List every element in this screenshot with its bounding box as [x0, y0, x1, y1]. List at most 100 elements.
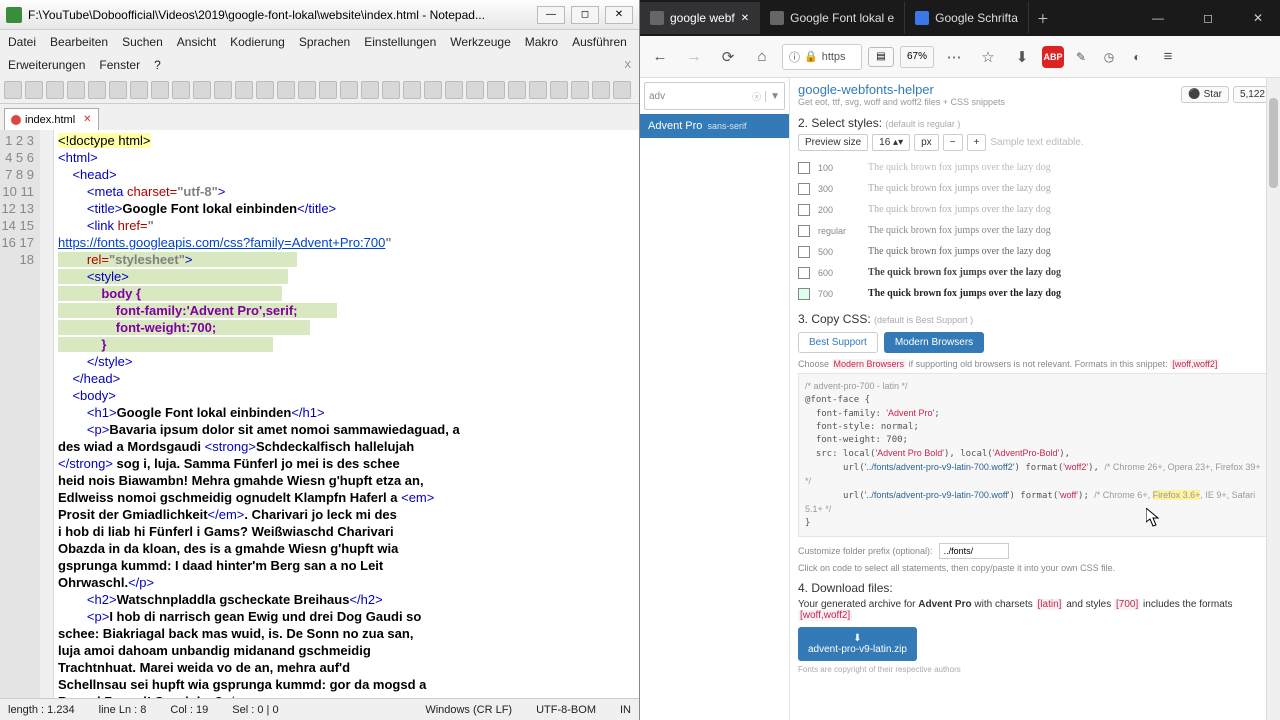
css-code-box[interactable]: /* advent-pro-700 - latin */ @font-face … — [798, 373, 1272, 537]
tab-modern-browsers[interactable]: Modern Browsers — [884, 332, 984, 353]
tb-icon[interactable] — [4, 81, 22, 99]
filter-icon[interactable]: ▼ — [765, 91, 780, 102]
checkbox[interactable] — [798, 246, 810, 258]
editor-tab[interactable]: index.html ✕ — [4, 108, 99, 130]
github-star-button[interactable]: ⚫ Star — [1181, 86, 1229, 103]
abp-icon[interactable]: ABP — [1042, 46, 1064, 68]
zoom-level[interactable]: 67% — [900, 46, 934, 68]
window-minimize[interactable]: — — [1136, 2, 1180, 34]
tb-icon[interactable] — [277, 81, 295, 99]
checkbox[interactable] — [798, 162, 810, 174]
menu-edit[interactable]: Bearbeiten — [50, 35, 108, 49]
checkbox[interactable] — [798, 183, 810, 195]
menu-tools[interactable]: Werkzeuge — [450, 35, 510, 49]
home-button[interactable]: ⌂ — [748, 43, 776, 71]
back-button[interactable]: ← — [646, 43, 674, 71]
sample-text-input[interactable]: Sample text editable. — [990, 137, 1083, 148]
code-content[interactable]: <!doctype html> <html> <head> <meta char… — [54, 130, 639, 698]
checkbox[interactable] — [798, 225, 810, 237]
sidebar-font-selected[interactable]: Advent Pro sans-serif — [640, 114, 789, 138]
download-icon[interactable]: ⬇ — [1008, 43, 1036, 71]
notepad-menubar[interactable]: Datei Bearbeiten Suchen Ansicht Kodierun… — [0, 30, 639, 54]
tb-icon[interactable] — [298, 81, 316, 99]
menu-window[interactable]: Fenster — [99, 58, 140, 72]
tb-icon[interactable] — [403, 81, 421, 99]
browser-tab-active[interactable]: google webf ✕ — [640, 2, 760, 34]
tb-icon[interactable] — [361, 81, 379, 99]
tb-icon[interactable] — [340, 81, 358, 99]
forward-button[interactable]: → — [680, 43, 708, 71]
size-plus-button[interactable]: + — [967, 134, 987, 151]
star-icon[interactable]: ☆ — [974, 43, 1002, 71]
ext-icon[interactable]: ✎ — [1070, 46, 1092, 68]
maximize-button[interactable]: ◻ — [571, 6, 599, 24]
checkbox[interactable] — [798, 288, 810, 300]
tb-icon[interactable] — [256, 81, 274, 99]
menu-language[interactable]: Sprachen — [299, 35, 350, 49]
browser-tab[interactable]: Google Schrifta — [905, 2, 1029, 34]
tb-icon[interactable] — [214, 81, 232, 99]
menu-plugins[interactable]: Erweiterungen — [8, 58, 85, 72]
tb-icon[interactable] — [130, 81, 148, 99]
checkbox[interactable] — [798, 267, 810, 279]
weight-row-500[interactable]: 500The quick brown fox jumps over the la… — [798, 241, 1272, 262]
notepad-titlebar[interactable]: F:\YouTube\Doboofficial\Videos\2019\goog… — [0, 0, 639, 30]
editor-area[interactable]: 1 2 3 4 5 6 7 8 9 10 11 12 13 14 15 16 1… — [0, 130, 639, 698]
scrollbar-vertical[interactable] — [1266, 78, 1280, 720]
scrollbar-thumb[interactable] — [1269, 98, 1278, 188]
tb-icon[interactable] — [445, 81, 463, 99]
tb-icon[interactable] — [487, 81, 505, 99]
tb-icon[interactable] — [25, 81, 43, 99]
tb-icon[interactable] — [319, 81, 337, 99]
hamburger-icon[interactable]: ≡ — [1154, 43, 1182, 71]
tb-icon[interactable] — [172, 81, 190, 99]
close-button[interactable]: ✕ — [605, 6, 633, 24]
menu-encoding[interactable]: Kodierung — [230, 35, 285, 49]
checkbox[interactable] — [798, 204, 810, 216]
menu-help[interactable]: ? — [154, 58, 161, 72]
notepad-toolbar[interactable] — [0, 76, 639, 104]
minimize-button[interactable]: — — [537, 6, 565, 24]
preview-size-input[interactable]: 16 ▴▾ — [872, 134, 910, 151]
weight-row-100[interactable]: 100The quick brown fox jumps over the la… — [798, 157, 1272, 178]
reader-icon[interactable]: ▤ — [868, 47, 894, 67]
weight-row-600[interactable]: 600The quick brown fox jumps over the la… — [798, 262, 1272, 283]
ext-icon[interactable]: ◐ — [1126, 46, 1148, 68]
tb-icon[interactable] — [424, 81, 442, 99]
menu-file[interactable]: Datei — [8, 35, 36, 49]
info-icon[interactable]: ⓘ — [789, 49, 800, 65]
download-button[interactable]: ⬇ advent-pro-v9-latin.zip — [798, 627, 917, 661]
size-minus-button[interactable]: − — [943, 134, 963, 151]
url-bar[interactable]: ⓘ 🔒 https — [782, 44, 862, 70]
new-tab-button[interactable]: ＋ — [1029, 2, 1057, 34]
window-maximize[interactable]: ◻ — [1186, 2, 1230, 34]
tb-icon[interactable] — [235, 81, 253, 99]
tb-icon[interactable] — [109, 81, 127, 99]
clear-icon[interactable]: ⓧ — [752, 90, 761, 103]
menu-view[interactable]: Ansicht — [177, 35, 216, 49]
weight-row-200[interactable]: 200The quick brown fox jumps over the la… — [798, 199, 1272, 220]
menu-settings[interactable]: Einstellungen — [364, 35, 436, 49]
tb-icon[interactable] — [67, 81, 85, 99]
tb-icon[interactable] — [193, 81, 211, 99]
page-title[interactable]: google-webfonts-helper — [798, 82, 1005, 97]
custom-prefix-input[interactable] — [939, 543, 1009, 559]
fold-gutter[interactable] — [40, 130, 54, 698]
menu-dots-icon[interactable]: ⋯ — [940, 43, 968, 71]
tb-icon[interactable] — [88, 81, 106, 99]
menu-macro[interactable]: Makro — [525, 35, 558, 49]
tb-icon[interactable] — [46, 81, 64, 99]
tb-icon[interactable] — [592, 81, 610, 99]
menu-close-x[interactable]: X — [624, 60, 631, 71]
weight-row-300[interactable]: 300The quick brown fox jumps over the la… — [798, 178, 1272, 199]
tb-icon[interactable] — [613, 81, 631, 99]
menu-run[interactable]: Ausführen — [572, 35, 627, 49]
tb-icon[interactable] — [550, 81, 568, 99]
tb-icon[interactable] — [571, 81, 589, 99]
preview-unit-button[interactable]: px — [914, 134, 939, 151]
tab-close-icon[interactable]: ✕ — [83, 114, 91, 125]
tab-close-icon[interactable]: ✕ — [741, 13, 749, 24]
ext-icon[interactable]: ◷ — [1098, 46, 1120, 68]
search-input[interactable]: adv ⓧ ▼ — [644, 82, 785, 110]
tb-icon[interactable] — [382, 81, 400, 99]
